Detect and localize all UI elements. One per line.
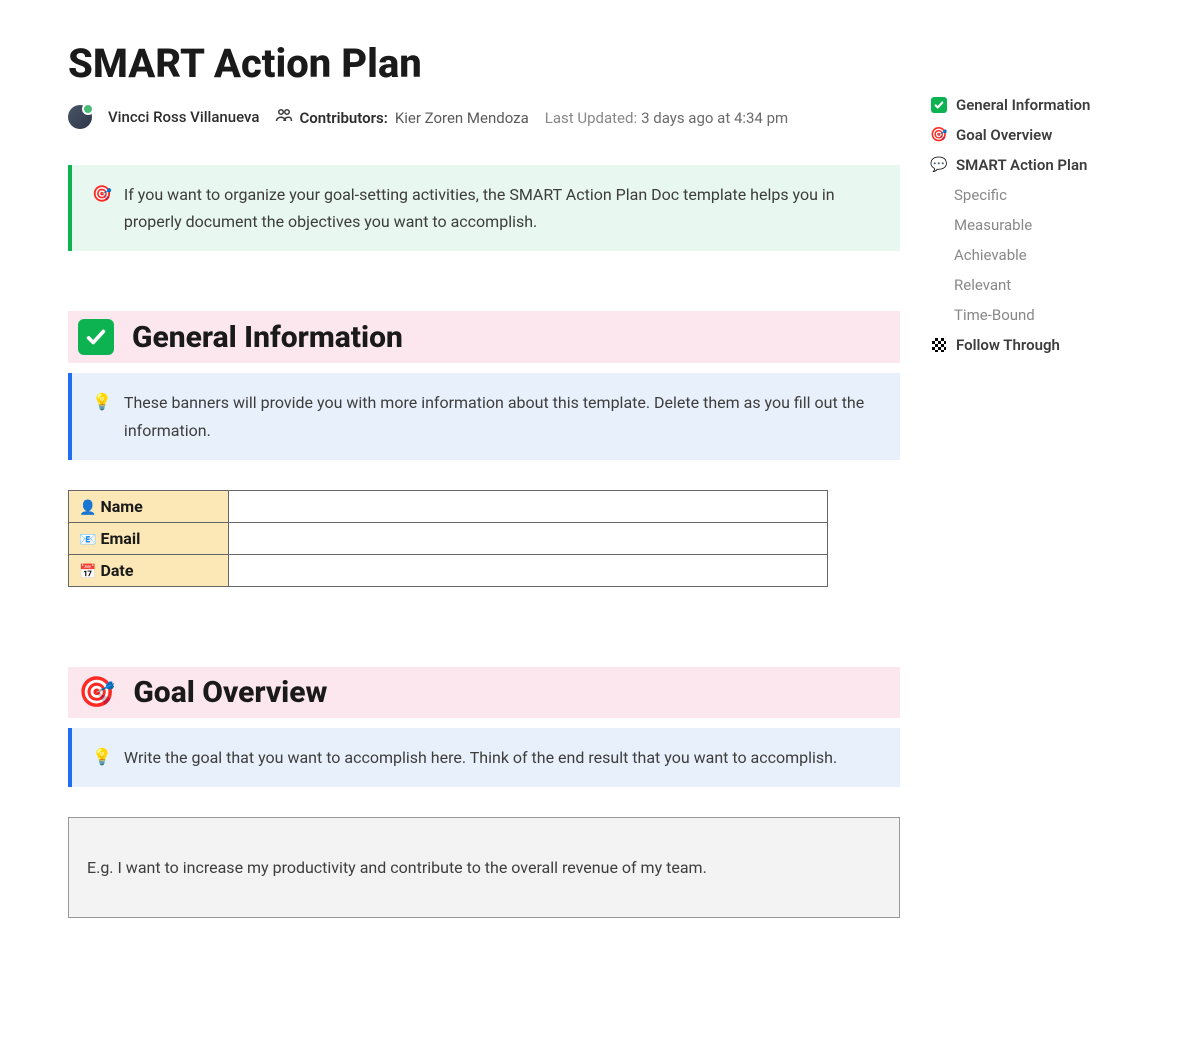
meta-row: Vincci Ross Villanueva Contributors: Kie…	[68, 105, 900, 129]
outline-label: Achievable	[954, 246, 1027, 264]
email-icon: 📧	[79, 532, 96, 548]
goal-overview-banner-text: Write the goal that you want to accompli…	[124, 744, 837, 771]
general-info-title: General Information	[132, 320, 403, 355]
outline-item-relevant[interactable]: Relevant	[930, 270, 1120, 300]
target-icon: 🎯	[78, 675, 115, 710]
owner-avatar[interactable]	[68, 105, 92, 129]
outline-label: General Information	[956, 96, 1090, 114]
intro-banner: 🎯 If you want to organize your goal-sett…	[68, 165, 900, 251]
general-info-table: 👤Name 📧Email 📅Date	[68, 490, 828, 587]
contributors-value[interactable]: Kier Zoren Mendoza	[395, 109, 529, 127]
date-label: Date	[100, 561, 133, 580]
outline-label: Specific	[954, 186, 1007, 204]
outline-item-achievable[interactable]: Achievable	[930, 240, 1120, 270]
target-icon: 🎯	[92, 181, 112, 207]
intro-banner-text: If you want to organize your goal-settin…	[124, 181, 880, 235]
outline-label: SMART Action Plan	[956, 156, 1087, 174]
calendar-icon: 📅	[79, 564, 96, 580]
outline-panel: General Information 🎯 Goal Overview 💬 SM…	[920, 40, 1140, 918]
table-row: 📅Date	[69, 554, 828, 586]
goal-overview-banner: 💡 Write the goal that you want to accomp…	[68, 728, 900, 787]
outline-label: Follow Through	[956, 336, 1060, 354]
email-label-cell: 📧Email	[69, 522, 229, 554]
name-value-cell[interactable]	[229, 490, 828, 522]
table-row: 👤Name	[69, 490, 828, 522]
outline-label: Goal Overview	[956, 126, 1052, 144]
date-value-cell[interactable]	[229, 554, 828, 586]
goal-overview-title: Goal Overview	[133, 675, 327, 710]
outline-item-goal-overview[interactable]: 🎯 Goal Overview	[930, 120, 1120, 150]
outline-label: Relevant	[954, 276, 1011, 294]
general-info-header: General Information	[68, 311, 900, 363]
target-icon: 🎯	[930, 126, 948, 144]
person-icon: 👤	[79, 500, 96, 516]
owner-name[interactable]: Vincci Ross Villanueva	[108, 108, 259, 126]
contributors-label: Contributors:	[299, 109, 387, 127]
outline-label: Measurable	[954, 216, 1032, 234]
contributors-icon	[275, 108, 293, 126]
goal-input-box[interactable]: E.g. I want to increase my productivity …	[68, 817, 900, 918]
last-updated-label: Last Updated:	[545, 109, 637, 127]
check-icon	[78, 319, 114, 355]
table-row: 📧Email	[69, 522, 828, 554]
page-title: SMART Action Plan	[68, 40, 900, 87]
general-info-banner: 💡 These banners will provide you with mo…	[68, 373, 900, 459]
outline-item-general-information[interactable]: General Information	[930, 90, 1120, 120]
main-content: SMART Action Plan Vincci Ross Villanueva…	[0, 40, 920, 918]
last-updated-value: 3 days ago at 4:34 pm	[641, 109, 788, 127]
date-label-cell: 📅Date	[69, 554, 229, 586]
check-icon	[930, 96, 948, 114]
outline-item-time-bound[interactable]: Time-Bound	[930, 300, 1120, 330]
general-info-banner-text: These banners will provide you with more…	[124, 389, 880, 443]
outline-item-smart-action-plan[interactable]: 💬 SMART Action Plan	[930, 150, 1120, 180]
name-label: Name	[100, 497, 142, 516]
outline-item-specific[interactable]: Specific	[930, 180, 1120, 210]
bulb-icon: 💡	[92, 744, 112, 770]
bulb-icon: 💡	[92, 389, 112, 415]
goal-overview-header: 🎯 Goal Overview	[68, 667, 900, 718]
outline-item-measurable[interactable]: Measurable	[930, 210, 1120, 240]
goal-placeholder: E.g. I want to increase my productivity …	[87, 858, 707, 877]
email-label: Email	[100, 529, 140, 548]
flag-icon	[930, 336, 948, 354]
chat-icon: 💬	[930, 156, 948, 174]
name-label-cell: 👤Name	[69, 490, 229, 522]
outline-label: Time-Bound	[954, 306, 1035, 324]
outline-item-follow-through[interactable]: Follow Through	[930, 330, 1120, 360]
email-value-cell[interactable]	[229, 522, 828, 554]
